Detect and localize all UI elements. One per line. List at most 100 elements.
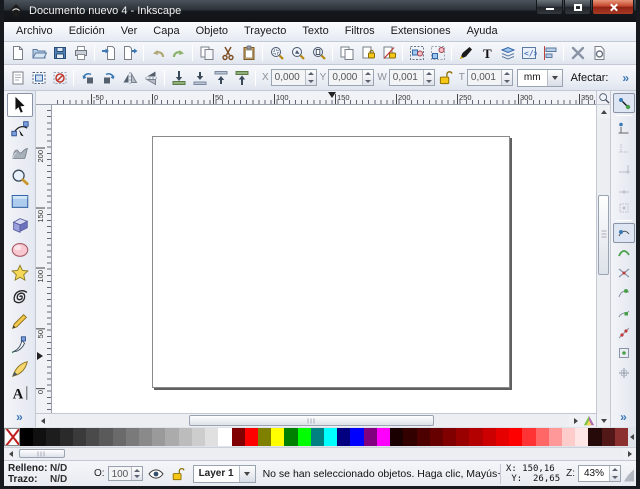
menu-trayecto[interactable]: Trayecto — [236, 23, 294, 40]
color-swatch[interactable] — [350, 428, 363, 446]
rectangle-tool-button[interactable] — [7, 189, 33, 213]
raise-button[interactable] — [210, 68, 231, 88]
menu-edicion[interactable]: Edición — [61, 23, 113, 40]
spin-buttons[interactable] — [501, 70, 512, 85]
palette-scroll-right-button[interactable] — [623, 448, 636, 461]
vertical-scrollbar[interactable] — [596, 91, 610, 427]
menu-ayuda[interactable]: Ayuda — [459, 23, 506, 40]
snap-bbox-centers-button[interactable] — [613, 198, 635, 218]
rotate-cw-button[interactable] — [98, 68, 119, 88]
fill-stroke-dialog-button[interactable] — [455, 43, 476, 63]
color-swatch[interactable] — [390, 428, 403, 446]
color-swatch[interactable] — [430, 428, 443, 446]
window-resize-grip[interactable] — [624, 466, 634, 482]
color-swatch[interactable] — [258, 428, 271, 446]
zoom-drawing-button[interactable] — [287, 43, 308, 63]
flip-horizontal-button[interactable] — [119, 68, 140, 88]
color-swatch[interactable] — [245, 428, 258, 446]
color-swatch[interactable] — [126, 428, 139, 446]
field-t-spinbox[interactable]: 0,001 — [467, 69, 513, 86]
lower-button[interactable] — [189, 68, 210, 88]
scrollbar-thumb[interactable] — [598, 195, 609, 275]
text-tool-button[interactable]: A — [7, 381, 33, 405]
open-document-button[interactable] — [28, 43, 49, 63]
color-swatch[interactable] — [575, 428, 588, 446]
zoom-spinbox[interactable]: 43% — [578, 465, 621, 482]
color-swatch[interactable] — [232, 428, 245, 446]
field-w-spinbox[interactable]: 0,001 — [389, 69, 435, 86]
snap-path-intersections-button[interactable] — [613, 263, 635, 283]
color-swatch[interactable] — [509, 428, 522, 446]
raise-top-button[interactable] — [231, 68, 252, 88]
export-button[interactable] — [119, 43, 140, 63]
color-swatch[interactable] — [403, 428, 416, 446]
color-swatch[interactable] — [549, 428, 562, 446]
color-swatch[interactable] — [377, 428, 390, 446]
spiral-tool-button[interactable] — [7, 285, 33, 309]
print-button[interactable] — [70, 43, 91, 63]
redo-button[interactable] — [168, 43, 189, 63]
flip-vertical-button[interactable] — [140, 68, 161, 88]
select-all-layers-button[interactable] — [28, 68, 49, 88]
color-swatch[interactable] — [152, 428, 165, 446]
lock-ratio-button[interactable] — [435, 68, 456, 88]
field-y-spinbox[interactable]: 0,000 — [328, 69, 374, 86]
palette-menu-button[interactable] — [628, 428, 636, 446]
color-swatch[interactable] — [46, 428, 59, 446]
toolbar-overflow-chevron[interactable]: » — [622, 71, 629, 85]
color-swatch[interactable] — [588, 428, 601, 446]
color-swatch[interactable] — [271, 428, 284, 446]
snap-bbox-edge-midpoints-button[interactable] — [613, 178, 635, 198]
group-button[interactable] — [406, 43, 427, 63]
deselect-button[interactable] — [49, 68, 70, 88]
calligraphy-tool-button[interactable] — [7, 357, 33, 381]
color-swatch[interactable] — [218, 428, 231, 446]
color-swatch[interactable] — [73, 428, 86, 446]
import-button[interactable] — [98, 43, 119, 63]
fill-stroke-indicator[interactable]: Relleno: N/D Trazo: N/D — [8, 463, 80, 485]
horizontal-scrollbar[interactable] — [36, 413, 596, 427]
spin-buttons[interactable] — [362, 70, 373, 85]
color-swatch[interactable] — [298, 428, 311, 446]
swatch-none[interactable] — [4, 428, 20, 446]
copy-button[interactable] — [196, 43, 217, 63]
document-properties-button[interactable] — [588, 43, 609, 63]
zoom-tool-button[interactable] — [7, 165, 33, 189]
dropdown-button[interactable] — [547, 70, 562, 86]
zoom-corner-button[interactable] — [597, 91, 611, 105]
create-clone-button[interactable] — [357, 43, 378, 63]
unit-selector[interactable]: mm — [517, 69, 563, 87]
field-x-spinbox[interactable]: 0,000 — [271, 69, 317, 86]
unlink-clone-button[interactable] — [378, 43, 399, 63]
vertical-ruler[interactable]: 200150100500 — [36, 105, 52, 413]
duplicate-button[interactable] — [336, 43, 357, 63]
undo-button[interactable] — [147, 43, 168, 63]
color-swatch[interactable] — [615, 428, 628, 446]
layer-lock-toggle[interactable] — [170, 466, 187, 482]
color-swatch[interactable] — [417, 428, 430, 446]
xml-editor-button[interactable]: </> — [518, 43, 539, 63]
color-swatch[interactable] — [522, 428, 535, 446]
scroll-up-button[interactable] — [597, 105, 610, 118]
canvas[interactable] — [52, 105, 596, 413]
zoom-page-button[interactable] — [308, 43, 329, 63]
color-swatch[interactable] — [165, 428, 178, 446]
toolbox-overflow-chevron[interactable]: » — [16, 410, 23, 424]
snap-bbox-button[interactable] — [613, 118, 635, 138]
color-swatch[interactable] — [60, 428, 73, 446]
snap-enable-button[interactable] — [613, 93, 635, 113]
color-swatch[interactable] — [496, 428, 509, 446]
spin-buttons[interactable] — [305, 70, 316, 85]
menu-ver[interactable]: Ver — [113, 23, 146, 40]
layer-visibility-toggle[interactable] — [148, 466, 165, 482]
color-swatch[interactable] — [311, 428, 324, 446]
palette-scroll-left-button[interactable] — [4, 448, 17, 461]
color-swatch[interactable] — [192, 428, 205, 446]
color-swatch[interactable] — [86, 428, 99, 446]
new-document-button[interactable] — [7, 43, 28, 63]
pen-tool-button[interactable] — [7, 333, 33, 357]
spin-buttons[interactable] — [609, 466, 620, 481]
color-swatch[interactable] — [324, 428, 337, 446]
box-3d-tool-button[interactable] — [7, 213, 33, 237]
color-swatch[interactable] — [179, 428, 192, 446]
